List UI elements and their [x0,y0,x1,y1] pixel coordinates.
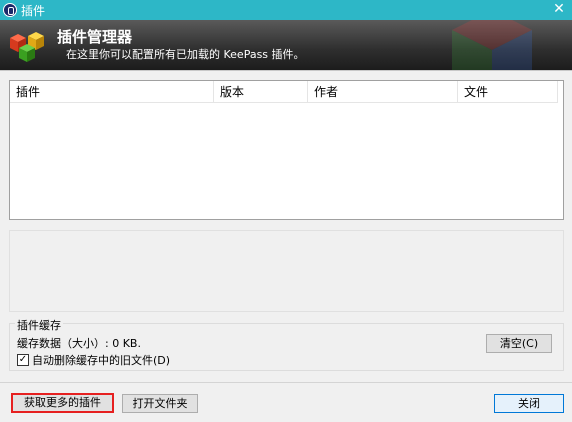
banner: 插件管理器 在这里你可以配置所有已加载的 KeePass 插件。 [0,20,572,70]
auto-delete-checkbox[interactable]: ✓ [17,354,29,366]
get-more-plugins-button[interactable]: 获取更多的插件 [11,393,114,413]
column-header-file[interactable]: 文件 [458,81,558,103]
footer-divider [0,382,572,383]
open-folder-button[interactable]: 打开文件夹 [122,394,198,413]
auto-delete-checkbox-row[interactable]: ✓ 自动删除缓存中的旧文件(D) [17,352,170,368]
banner-divider [0,70,572,71]
keepass-lock-icon [3,3,17,17]
clear-cache-button[interactable]: 清空(C) [486,334,552,353]
column-header-version[interactable]: 版本 [214,81,308,103]
banner-subtitle: 在这里你可以配置所有已加载的 KeePass 插件。 [66,48,305,61]
close-icon[interactable]: ✕ [552,1,566,17]
plugin-list-header: 插件 版本 作者 文件 [10,81,563,103]
plugin-cache-group: 插件缓存 缓存数据（大小）: 0 KB. ✓ 自动删除缓存中的旧文件(D) [9,317,564,371]
banner-decoration-icon [452,20,532,70]
banner-title: 插件管理器 [57,28,133,46]
window-title: 插件 [21,3,46,18]
plugin-cubes-icon [10,32,44,62]
title-bar: 插件 ✕ [0,0,572,20]
plugin-list[interactable]: 插件 版本 作者 文件 [9,80,564,220]
column-header-plugin[interactable]: 插件 [10,81,214,103]
plugin-cache-label: 插件缓存 [15,317,63,333]
column-header-author[interactable]: 作者 [308,81,458,103]
plugin-description-panel [9,230,564,312]
auto-delete-label[interactable]: 自动删除缓存中的旧文件(D) [32,352,170,368]
cache-size-text: 缓存数据（大小）: 0 KB. [17,337,141,350]
close-button[interactable]: 关闭 [494,394,564,413]
